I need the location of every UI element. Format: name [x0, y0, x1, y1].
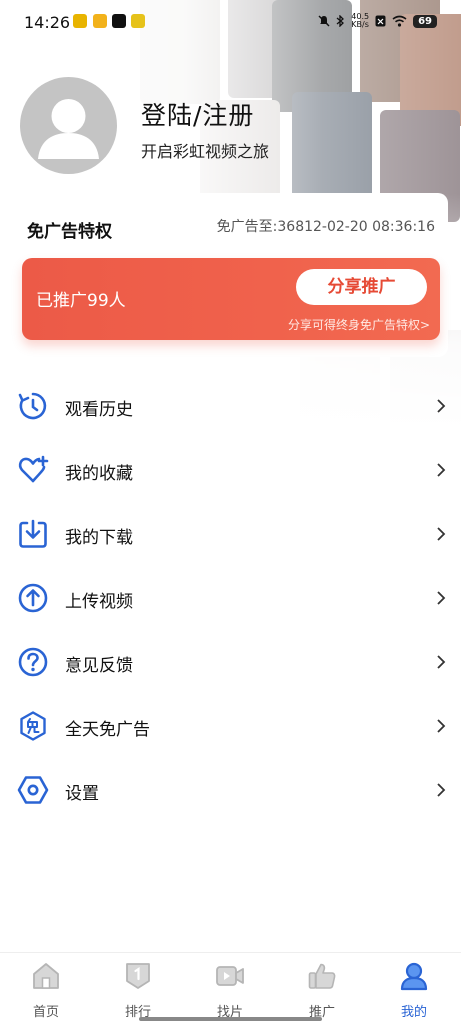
- default-user-icon: [38, 99, 99, 159]
- video-camera-icon: [216, 966, 244, 986]
- menu-item-all-day-ad-free[interactable]: 全天免广告: [0, 694, 461, 758]
- login-register-link[interactable]: 登陆/注册: [141, 96, 254, 132]
- tiktok-icon: [112, 14, 126, 28]
- menu-label: 设置: [65, 784, 99, 804]
- menu-item-settings[interactable]: 设置: [0, 758, 461, 822]
- ranking-icon: [126, 963, 150, 989]
- ad-free-expiry: 免广告至:36812-02-20 08:36:16: [216, 219, 435, 235]
- chevron-right-icon: [437, 719, 446, 733]
- tab-label: 我的: [400, 1005, 427, 1020]
- history-icon: [18, 392, 47, 420]
- share-promote-button[interactable]: 分享推广: [296, 269, 427, 305]
- home-icon: [33, 963, 59, 989]
- feedback-question-icon: [18, 647, 48, 677]
- home-indicator[interactable]: [139, 1017, 322, 1021]
- favorite-heart-icon: [18, 455, 49, 483]
- tab-find-videos[interactable]: 找片: [184, 953, 276, 1025]
- bottom-tab-bar: 首页 排行 找片 推广 我的: [0, 952, 461, 1025]
- ad-free-title: 免广告特权: [27, 222, 112, 242]
- download-icon: [19, 519, 47, 548]
- menu-item-downloads[interactable]: 我的下载: [0, 502, 461, 566]
- avatar[interactable]: [20, 77, 117, 174]
- menu-label: 观看历史: [65, 400, 133, 420]
- chevron-right-icon: [437, 527, 446, 541]
- battery-indicator: 69: [413, 14, 437, 28]
- settings-hexagon-icon: [17, 776, 49, 804]
- bluetooth-icon: [336, 15, 345, 27]
- upload-icon: [18, 583, 48, 613]
- ad-free-card: 免广告特权 免广告至:36812-02-20 08:36:16 已推广99人 分…: [11, 193, 448, 357]
- share-hint-link[interactable]: 分享可得终身免广告特权>: [288, 316, 430, 333]
- status-bar: 14:26 40.5 KB/s 69: [0, 0, 461, 44]
- chevron-right-icon: [437, 783, 446, 797]
- network-speed: 40.5 KB/s: [351, 12, 370, 29]
- tab-mine[interactable]: 我的: [368, 953, 460, 1025]
- status-time: 14:26: [24, 13, 71, 32]
- thumbs-up-icon: [308, 963, 336, 989]
- promotion-banner: 已推广99人 分享推广 分享可得终身免广告特权>: [22, 258, 440, 340]
- notification-app-icon: [73, 14, 87, 28]
- user-icon: [400, 962, 428, 991]
- chevron-right-icon: [437, 399, 446, 413]
- notification-app-icon: [131, 14, 145, 28]
- tab-promote[interactable]: 推广: [276, 953, 368, 1025]
- menu-label: 我的收藏: [65, 464, 133, 484]
- promoted-count: 已推广99人: [36, 291, 126, 311]
- menu-item-feedback[interactable]: 意见反馈: [0, 630, 461, 694]
- menu-label: 上传视频: [65, 592, 133, 612]
- profile-subtitle: 开启彩虹视频之旅: [141, 142, 270, 161]
- tab-label: 首页: [32, 1005, 59, 1020]
- chevron-right-icon: [437, 591, 446, 605]
- menu-item-watch-history[interactable]: 观看历史: [0, 374, 461, 438]
- menu-label: 全天免广告: [65, 720, 150, 740]
- ad-free-badge-icon: [20, 711, 46, 741]
- mute-bell-icon: [318, 15, 330, 27]
- notification-app-icon: [93, 14, 107, 28]
- no-sim-icon: [375, 15, 386, 27]
- menu-label: 意见反馈: [65, 656, 133, 676]
- tab-ranking[interactable]: 排行: [92, 953, 184, 1025]
- chevron-right-icon: [437, 655, 446, 669]
- tab-home[interactable]: 首页: [0, 953, 92, 1025]
- chevron-right-icon: [437, 463, 446, 477]
- menu-item-favorites[interactable]: 我的收藏: [0, 438, 461, 502]
- menu-item-upload-video[interactable]: 上传视频: [0, 566, 461, 630]
- menu-label: 我的下载: [65, 528, 133, 548]
- wifi-icon: [392, 15, 407, 27]
